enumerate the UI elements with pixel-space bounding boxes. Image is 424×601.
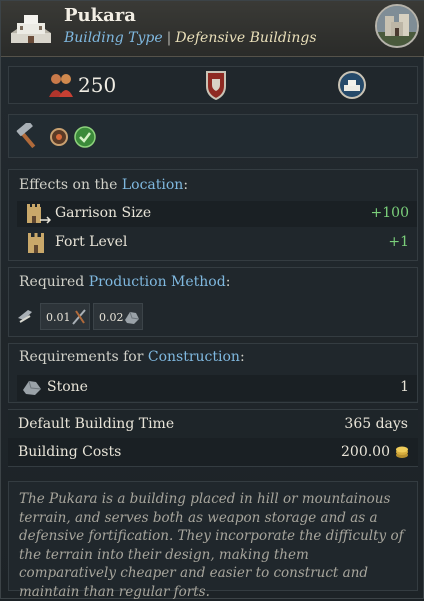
hammer-icon[interactable]: [15, 123, 41, 149]
effect-value: +1: [388, 234, 409, 250]
fort-level-icon: [28, 233, 44, 253]
requirement-value: 1: [400, 379, 409, 395]
input-amount: 0.02: [99, 311, 124, 324]
stone-icon: [23, 380, 42, 395]
building-time-label: Default Building Time: [18, 416, 175, 432]
building-type-line: Building Type | Defensive Buildings: [64, 30, 317, 46]
gold-coins-icon: [396, 446, 408, 458]
requirements-section: Requirements for Construction: Stone 1: [8, 343, 418, 403]
effects-title-prefix: Effects on the: [19, 177, 118, 193]
building-description: The Pukara is a building placed in hill …: [8, 481, 418, 600]
approved-check-icon[interactable]: [74, 126, 96, 148]
fortress-building-icon: [11, 15, 51, 43]
requirements-title: Requirements for Construction:: [19, 349, 245, 365]
building-portrait: [375, 4, 419, 48]
building-type-link[interactable]: Building Type: [64, 30, 163, 46]
effect-label: Garrison Size: [55, 205, 152, 221]
effect-row-garrison: Garrison Size +100: [17, 201, 417, 227]
building-time-value: 365 days: [344, 416, 408, 432]
building-title: Pukara: [64, 5, 136, 26]
building-tooltip: Pukara Building Type | Defensive Buildings…: [0, 0, 424, 600]
location-link[interactable]: Location: [122, 177, 183, 193]
production-method-icon[interactable]: [16, 306, 36, 326]
production-input-tools[interactable]: 0.01: [40, 303, 90, 330]
effects-title: Effects on the Location:: [19, 177, 188, 193]
input-amount: 0.01: [46, 311, 71, 324]
production-title: Required Production Method:: [19, 274, 230, 290]
population-value: 250: [78, 73, 117, 97]
building-costs-value: 200.00: [341, 444, 390, 460]
building-category-icon[interactable]: [337, 70, 367, 100]
effects-title-colon: :: [183, 177, 189, 193]
production-method-link[interactable]: Production Method: [89, 274, 226, 290]
stone-icon: [125, 311, 140, 324]
production-title-prefix: Required: [19, 274, 85, 290]
production-title-colon: :: [225, 274, 231, 290]
target-icon[interactable]: [49, 127, 69, 147]
requirements-title-colon: :: [239, 349, 245, 365]
requirement-row-stone: Stone 1: [17, 375, 417, 401]
stats-bar: 250: [8, 66, 418, 104]
requirements-title-prefix: Requirements for: [19, 349, 144, 365]
type-separator: |: [166, 30, 172, 46]
shield-icon[interactable]: [205, 70, 227, 100]
construction-link[interactable]: Construction: [148, 349, 240, 365]
production-input-stone[interactable]: 0.02: [93, 303, 143, 330]
population-icon[interactable]: [47, 71, 75, 99]
tools-icon: [72, 309, 86, 325]
building-costs-row: Building Costs 200.00: [8, 438, 418, 467]
building-time-row: Default Building Time 365 days: [8, 409, 418, 438]
tools-bar: [8, 114, 418, 158]
requirement-label: Stone: [47, 379, 88, 395]
building-category: Defensive Buildings: [175, 30, 317, 46]
effect-label: Fort Level: [55, 234, 128, 250]
building-costs-label: Building Costs: [18, 444, 122, 460]
tooltip-header: Pukara Building Type | Defensive Buildings: [1, 1, 424, 57]
effect-value: +100: [370, 205, 409, 221]
castle-portrait-icon: [377, 6, 417, 46]
effects-section: Effects on the Location: Garrison Size +…: [8, 169, 418, 261]
garrison-size-icon: [27, 204, 51, 224]
effect-row-fort-level: Fort Level +1: [17, 230, 417, 256]
